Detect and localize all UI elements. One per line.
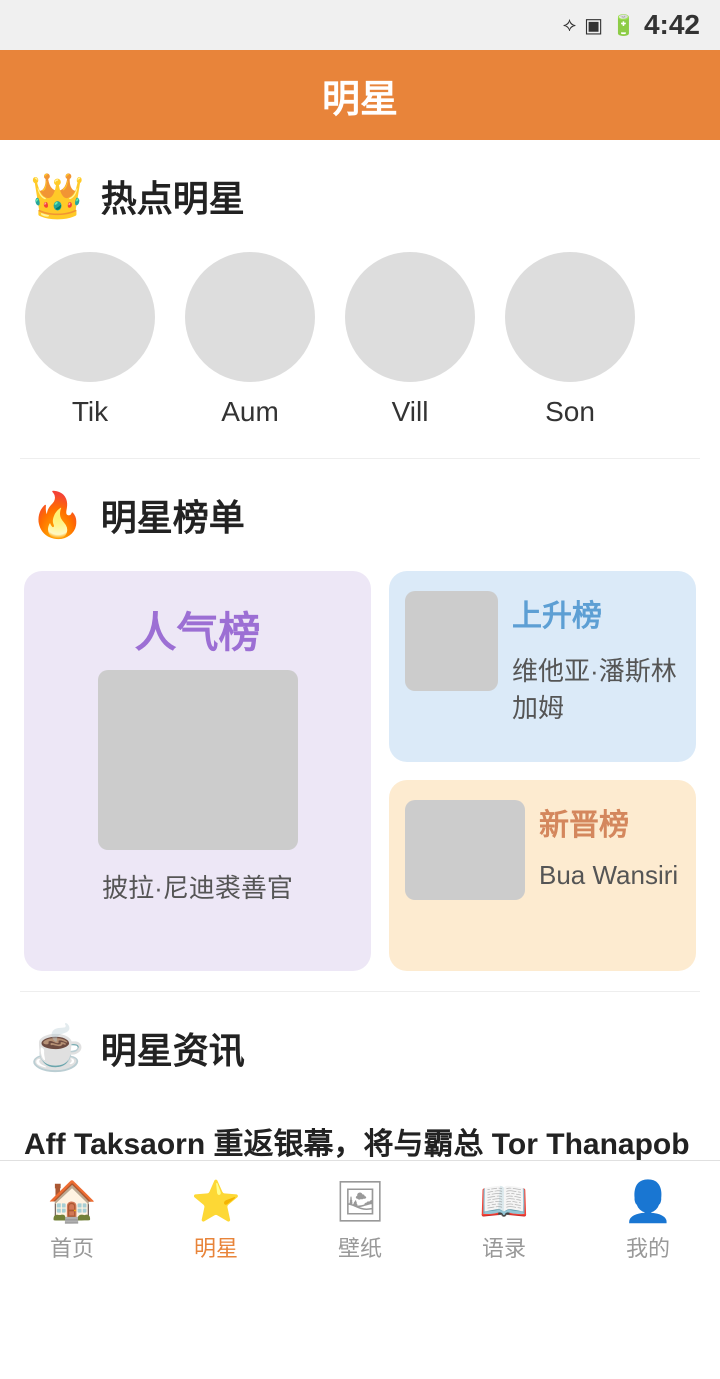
- ranking-new-person: Bua Wansiri: [539, 860, 678, 891]
- ranking-left-inner: 人气榜 披拉·尼迪裘善官: [98, 599, 298, 905]
- fire-icon: 🔥: [30, 489, 85, 541]
- ranking-card-rising[interactable]: 上升榜 维他亚·潘斯林加姆: [389, 571, 696, 762]
- battery-icon: 🔋: [611, 13, 636, 38]
- rankings-title: 明星榜单: [101, 489, 245, 541]
- nav-profile[interactable]: 👤 我的: [576, 1178, 720, 1263]
- ranking-right-col: 上升榜 维他亚·潘斯林加姆 新晋榜 Bua Wansiri: [389, 571, 696, 971]
- star-item-vill[interactable]: Vill: [340, 252, 480, 428]
- status-time: 4:42: [644, 9, 700, 41]
- profile-icon: 👤: [623, 1178, 673, 1225]
- nav-wallpaper[interactable]: 🖼 壁纸: [288, 1178, 432, 1263]
- ranking-popular-person: 披拉·尼迪裘善官: [102, 868, 293, 905]
- nav-home[interactable]: 🏠 首页: [0, 1178, 144, 1263]
- nav-quotes-label: 语录: [482, 1231, 526, 1263]
- signal-icon: ⟡: [563, 14, 576, 37]
- star-item-son[interactable]: Son: [500, 252, 640, 428]
- sim-icon: ▣: [584, 13, 603, 38]
- bottom-nav: 🏠 首页 ⭐ 明星 🖼 壁纸 📖 语录 👤 我的: [0, 1160, 720, 1280]
- nav-stars[interactable]: ⭐ 明星: [144, 1178, 288, 1263]
- status-icons: ⟡ ▣ 🔋 4:42: [563, 9, 700, 41]
- ranking-rising-thumb: [405, 591, 498, 691]
- wallpaper-icon: 🖼: [335, 1178, 386, 1225]
- ranking-rising-text: 上升榜 维他亚·潘斯林加姆: [512, 591, 680, 725]
- top-bar: 明星: [0, 50, 720, 140]
- ranking-card-popular[interactable]: 人气榜 披拉·尼迪裘善官: [24, 571, 371, 971]
- coffee-icon: ☕: [30, 1022, 85, 1074]
- nav-stars-label: 明星: [194, 1231, 238, 1263]
- star-item-aum[interactable]: Aum: [180, 252, 320, 428]
- ranking-popular-thumb: [98, 670, 298, 850]
- nav-profile-label: 我的: [626, 1231, 670, 1263]
- nav-home-label: 首页: [50, 1231, 94, 1263]
- page-title: 明星: [322, 68, 398, 123]
- news-title: 明星资讯: [101, 1022, 245, 1074]
- star-avatar-vill: [345, 252, 475, 382]
- stars-nav-icon: ⭐: [191, 1178, 241, 1225]
- star-avatar-aum: [185, 252, 315, 382]
- news-header: ☕ 明星资讯: [0, 992, 720, 1094]
- star-name-aum: Aum: [221, 396, 279, 428]
- quotes-icon: 📖: [479, 1178, 529, 1225]
- star-name-son: Son: [545, 396, 595, 428]
- ranking-card-new[interactable]: 新晋榜 Bua Wansiri: [389, 780, 696, 971]
- ranking-popular-label: 人气榜: [134, 599, 260, 660]
- ranking-new-label: 新晋榜: [539, 800, 678, 844]
- hot-stars-row: Tik Aum Vill Son: [0, 242, 720, 458]
- star-name-tik: Tik: [72, 396, 108, 428]
- ranking-new-text: 新晋榜 Bua Wansiri: [539, 800, 678, 891]
- ranking-new-thumb: [405, 800, 525, 900]
- rankings-header: 🔥 明星榜单: [0, 459, 720, 561]
- ranking-rising-label: 上升榜: [512, 591, 680, 635]
- rankings-grid: 人气榜 披拉·尼迪裘善官 上升榜 维他亚·潘斯林加姆 新晋榜 Bua Wansi: [0, 561, 720, 991]
- status-bar: ⟡ ▣ 🔋 4:42: [0, 0, 720, 50]
- nav-quotes[interactable]: 📖 语录: [432, 1178, 576, 1263]
- hot-stars-header: 👑 热点明星: [0, 140, 720, 242]
- star-avatar-tik: [25, 252, 155, 382]
- nav-wallpaper-label: 壁纸: [338, 1231, 382, 1263]
- home-icon: 🏠: [47, 1178, 97, 1225]
- star-item-tik[interactable]: Tik: [20, 252, 160, 428]
- hot-stars-title: 热点明星: [101, 170, 245, 222]
- star-name-vill: Vill: [392, 396, 429, 428]
- ranking-rising-person: 维他亚·潘斯林加姆: [512, 651, 680, 725]
- crown-icon: 👑: [30, 170, 85, 222]
- star-avatar-son: [505, 252, 635, 382]
